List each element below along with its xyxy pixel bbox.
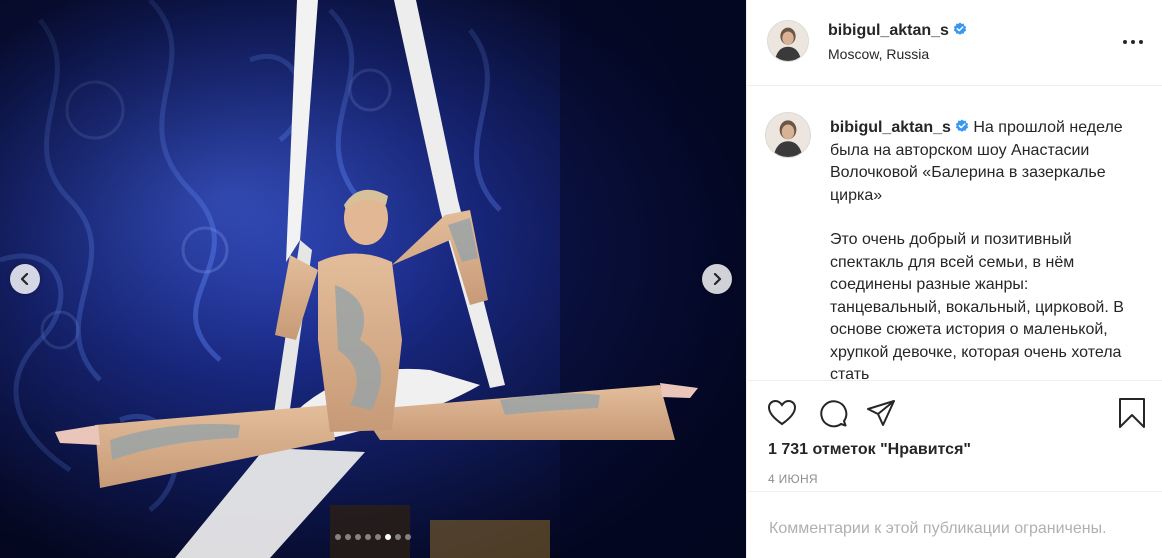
save-button[interactable] xyxy=(1116,397,1148,429)
post-actions: 1 731 отметок "Нравится" 4 ИЮНЯ Коммента… xyxy=(747,380,1162,558)
caption-avatar[interactable] xyxy=(765,112,811,158)
avatar[interactable] xyxy=(767,20,809,62)
heart-icon xyxy=(767,399,797,426)
post-media[interactable] xyxy=(0,0,746,558)
comment-button[interactable] xyxy=(817,397,849,429)
more-options-button[interactable] xyxy=(1123,33,1143,51)
post-caption: bibigul_aktan_s На прошлой неделе была н… xyxy=(830,117,1142,380)
verified-badge-icon xyxy=(955,119,969,132)
carousel-dot xyxy=(335,534,341,540)
more-options-icon-dot xyxy=(1131,40,1135,44)
paper-plane-icon xyxy=(867,400,895,426)
post-location[interactable]: Moscow, Russia xyxy=(828,46,929,62)
profile-photo xyxy=(768,21,808,61)
carousel-indicator xyxy=(0,534,746,540)
carousel-dot xyxy=(355,534,361,540)
more-options-icon-dot xyxy=(1139,40,1143,44)
chevron-right-icon xyxy=(713,273,722,285)
carousel-dot xyxy=(365,534,371,540)
caption-username[interactable]: bibigul_aktan_s xyxy=(830,119,951,136)
profile-photo xyxy=(766,113,810,157)
post-side-panel: bibigul_aktan_s Moscow, Russia bibigul_a… xyxy=(746,0,1162,558)
post-date[interactable]: 4 ИЮНЯ xyxy=(768,472,818,486)
caption-paragraph: Это очень добрый и позитивный спектакль … xyxy=(830,231,1124,380)
carousel-dot xyxy=(395,534,401,540)
comments-disabled-notice: Комментарии к этой публикации ограничены… xyxy=(769,520,1107,537)
comment-icon xyxy=(820,400,848,428)
likes-count[interactable]: 1 731 отметок "Нравится" xyxy=(768,441,971,459)
more-options-icon xyxy=(1123,40,1127,44)
username-text[interactable]: bibigul_aktan_s xyxy=(828,22,949,39)
carousel-dot xyxy=(345,534,351,540)
carousel-dot xyxy=(375,534,381,540)
caption-paragraph: bibigul_aktan_s На прошлой неделе была н… xyxy=(830,117,1142,207)
caption-area: bibigul_aktan_s На прошлой неделе была н… xyxy=(747,100,1162,380)
aerial-performer-photo xyxy=(0,0,746,558)
carousel-prev-button[interactable] xyxy=(10,264,40,294)
verified-badge-icon xyxy=(953,22,967,35)
post-header: bibigul_aktan_s Moscow, Russia xyxy=(747,0,1162,86)
carousel-next-button[interactable] xyxy=(702,264,732,294)
like-button[interactable] xyxy=(766,397,798,429)
comments-section: Комментарии к этой публикации ограничены… xyxy=(747,491,1162,558)
chevron-left-icon xyxy=(20,273,29,285)
share-button[interactable] xyxy=(865,397,897,429)
bookmark-icon xyxy=(1119,398,1145,428)
carousel-dot xyxy=(385,534,391,540)
post-author-username[interactable]: bibigul_aktan_s xyxy=(828,22,967,40)
carousel-dot xyxy=(405,534,411,540)
